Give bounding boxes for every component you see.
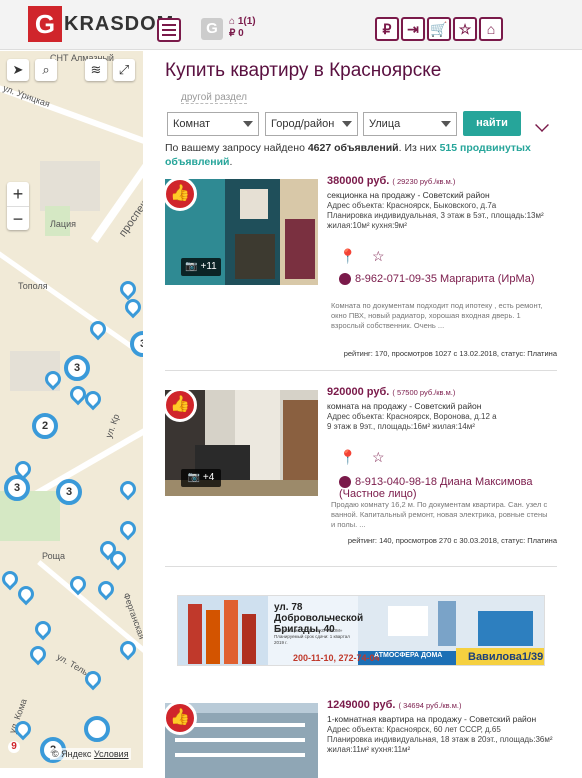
logo-mark: G [28,6,62,42]
district-select[interactable]: Город/район [265,112,358,136]
listing-card[interactable]: 👍 1249000 руб. ( 34694 руб./кв.м.) 1-ком… [165,697,557,778]
search-results-summary: По вашему запросу найдено 4627 объявлени… [165,142,531,168]
map-search-icon[interactable]: ⌕ [35,59,57,81]
location-arrow-icon[interactable]: ➤ [7,59,29,81]
photo-count: 📷 +4 [181,469,221,487]
listing-phone[interactable]: 8-913-040-98-18 Диана Максимова (Частное… [339,476,539,500]
listing-actions: 📍 ☆ [339,248,385,265]
map-marker[interactable] [116,517,140,541]
map-marker[interactable] [31,617,55,641]
login-button[interactable]: ⇥ [401,17,425,41]
map-marker[interactable] [94,577,118,601]
map-marker[interactable] [121,295,143,319]
small-logo-icon[interactable]: G [201,18,223,40]
expand-filters-icon[interactable] [535,118,549,132]
ruble-button[interactable]: ₽ [375,17,399,41]
chevron-down-icon [441,121,451,127]
map-copyright: © Яндекс Условия [50,748,131,760]
listing-title[interactable]: секционка на продажу - Советский район [327,190,490,200]
advertisement-banner[interactable]: ул. 78 Добровольческой Бригады, 40 Застр… [177,595,545,666]
map-cluster[interactable] [84,716,110,742]
map-cluster[interactable]: 3 [64,355,90,381]
header-counters[interactable]: ⌂ 1(1) ₽ 0 [229,16,256,40]
map-marker[interactable] [0,567,22,591]
listing-description: Комната по документам подходит под ипоте… [331,301,543,330]
listing-photo[interactable]: 👍 📷 +11 [165,179,318,285]
listing-photo[interactable]: 👍 📷 +4 [165,390,318,496]
zoom-out-button[interactable]: − [7,206,29,231]
ruble-icon: ₽ [382,20,392,37]
home-button[interactable]: ⌂ [479,17,503,41]
listing-card[interactable]: 👍 📷 +11 380000 руб. ( 29230 руб./кв.м.) … [165,173,557,371]
home-icon: ⌂ [486,21,496,37]
listing-meta: рейтинг: 140, просмотров 270 с 30.03.201… [347,536,557,545]
listing-title[interactable]: комната на продажу - Советский район [327,401,481,411]
listing-title[interactable]: 1-комнатная квартира на продажу - Советс… [327,714,536,724]
other-section-link[interactable]: другой раздел [181,92,247,104]
map-pin-icon[interactable]: 📍 [339,449,356,465]
listing-meta: рейтинг: 170, просмотров 1027 с 13.02.20… [343,349,557,358]
cart-icon: 🛒 [430,20,448,37]
banner-brand: АТМОСФЕРА ДОМА [374,652,443,659]
map-cluster[interactable]: 3 [4,475,30,501]
map-marker[interactable] [116,277,140,301]
favorite-star-icon[interactable]: ☆ [372,449,385,465]
listing-phone[interactable]: 8-962-071-09-35 Маргарита (ИрМа) [339,273,535,286]
hamburger-menu-button[interactable] [157,18,181,42]
camera-icon: 📷 [185,261,198,272]
listing-actions: 📍 ☆ [339,449,385,466]
listing-address: Адрес объекта: Красноярск, Быковского, д… [327,201,544,230]
ruble-counter: ₽ 0 [229,28,244,39]
map-marker[interactable] [14,582,38,606]
cart-button[interactable]: 🛒 [427,17,451,41]
listing-photo[interactable]: 👍 [165,703,318,778]
page-title: Купить квартиру в Красноярске [165,60,442,81]
listing-description: Продаю комнату 16,2 м. По документам ква… [331,500,548,529]
photo-count: 📷 +11 [181,258,221,276]
banner-developer: Застройщик: ООО «ЭКО ПРОМ» Планируемый с… [274,628,350,645]
chevron-down-icon [342,121,352,127]
ruble-icon: ₽ [229,28,236,39]
map-terms-link[interactable]: Условия [94,749,129,759]
find-button[interactable]: найти [463,111,521,136]
map-cluster[interactable]: 3 [130,331,143,357]
phone-icon [339,273,351,286]
listing-address: Адрес объекта: Красноярск, Воронова, д.1… [327,412,497,431]
layers-icon[interactable]: ≋ [85,59,107,81]
home-counter: ⌂ 1(1) [229,16,256,27]
listing-price: 1249000 руб. ( 34694 руб./кв.м.) [327,699,462,711]
phone-icon [339,476,351,489]
fullscreen-icon[interactable]: ⤢ [113,59,135,81]
door-icon: ⇥ [407,20,419,37]
map-pin-icon[interactable]: 📍 [339,248,356,264]
yandex-logo-icon[interactable]: 9 [8,741,20,753]
top-header: G KRASDOM G ⌂ 1(1) ₽ 0 ₽ ⇥ 🛒 ☆ ⌂ [0,0,582,50]
camera-icon: 📷 [187,472,201,483]
home-icon: ⌂ [229,16,236,27]
site-logo[interactable]: G KRASDOM [28,6,174,42]
banner-street: Вавилова1/39 [468,651,544,663]
listing-price: 920000 руб. ( 57500 руб./кв.м.) [327,386,456,398]
listing-map[interactable]: СНТ Алмазный ул. Урицкая Лация Тополя Ро… [0,51,143,768]
listing-address: Адрес объекта: Красноярск, 60 лет СССР, … [327,725,553,754]
room-type-select[interactable]: Комнат [167,112,259,136]
map-cluster[interactable]: 2 [32,413,58,439]
listing-card[interactable]: 👍 📷 +4 920000 руб. ( 57500 руб./кв.м.) к… [165,384,557,567]
star-icon: ☆ [458,20,472,37]
favorite-star-icon[interactable]: ☆ [372,248,385,264]
street-select[interactable]: Улица [363,112,457,136]
map-cluster[interactable]: 3 [56,479,82,505]
zoom-in-button[interactable]: + [7,182,29,206]
chevron-down-icon [243,121,253,127]
favorites-button[interactable]: ☆ [453,17,477,41]
banner-phone: 200-11-10, 272-74-04 [293,653,380,663]
zoom-control: + − [7,182,29,230]
listing-price: 380000 руб. ( 29230 руб./кв.м.) [327,175,456,187]
map-marker[interactable] [26,642,50,666]
map-marker[interactable] [116,477,140,501]
